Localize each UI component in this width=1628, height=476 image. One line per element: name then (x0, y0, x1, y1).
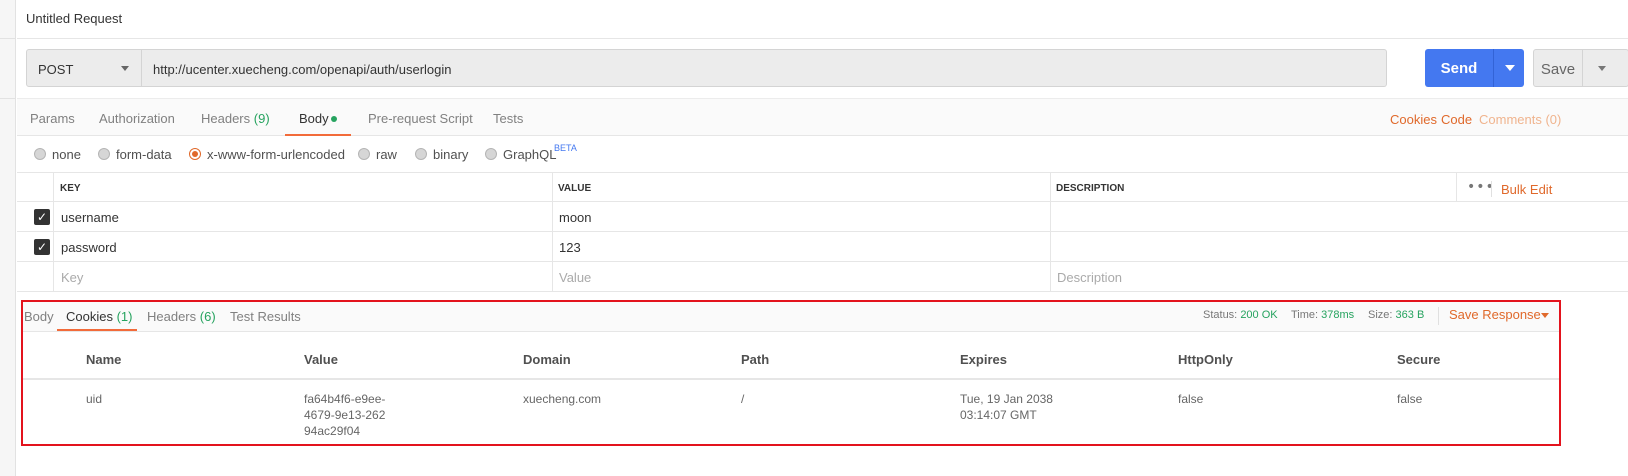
cookie-expires: Tue, 19 Jan 2038 03:14:07 GMT (960, 392, 1053, 422)
radio-label-raw[interactable]: raw (376, 147, 397, 162)
response-tab-cookies[interactable]: Cookies (1) (66, 309, 132, 324)
divider (1491, 181, 1492, 197)
divider (1438, 307, 1439, 325)
radio-none[interactable] (34, 148, 46, 160)
divider (17, 38, 1628, 39)
tab-params[interactable]: Params (30, 111, 75, 126)
response-tab-test-results[interactable]: Test Results (230, 309, 301, 324)
cookie-column-domain: Domain (523, 352, 571, 367)
table-row: ✓ username moon (17, 202, 1628, 232)
radio-label-form-data[interactable]: form-data (116, 147, 172, 162)
row-checkbox[interactable]: ✓ (34, 209, 50, 225)
divider (1582, 50, 1583, 86)
radio-label-none[interactable]: none (52, 147, 81, 162)
column-divider (552, 172, 553, 291)
bulk-edit-link[interactable]: Bulk Edit (1501, 182, 1552, 197)
key-cell[interactable]: username (61, 210, 119, 225)
cookie-column-httponly: HttpOnly (1178, 352, 1233, 367)
tab-headers[interactable]: Headers (9) (201, 111, 270, 126)
radio-label-x-www-form-urlencoded[interactable]: x-www-form-urlencoded (207, 147, 345, 162)
divider (23, 378, 1559, 380)
request-bar: POST http://ucenter.xuecheng.com/openapi… (26, 49, 1387, 87)
save-response-button[interactable]: Save Response (1449, 307, 1541, 322)
radio-label-binary[interactable]: binary (433, 147, 468, 162)
url-input[interactable]: http://ucenter.xuecheng.com/openapi/auth… (142, 49, 1387, 87)
active-tab-underline (57, 329, 137, 331)
cookie-column-expires: Expires (960, 352, 1007, 367)
tab-body[interactable]: Body (299, 111, 329, 126)
radio-form-data[interactable] (98, 148, 110, 160)
cookie-column-name: Name (86, 352, 122, 367)
size-readout: Size: 363 B (1368, 309, 1425, 321)
value-cell[interactable]: moon (559, 210, 592, 225)
table-header: KEY VALUE DESCRIPTION ••• Bulk Edit (17, 172, 1628, 202)
chevron-down-icon (121, 66, 129, 71)
comments-link[interactable]: Comments (0) (1479, 112, 1561, 127)
cookie-path: / (741, 392, 745, 406)
column-header-description: DESCRIPTION (1056, 183, 1125, 194)
send-options-chevron-icon[interactable] (1505, 65, 1515, 71)
table-row: ✓ password 123 (17, 232, 1628, 262)
send-button[interactable]: Send (1425, 49, 1524, 87)
value-input[interactable]: Value (559, 270, 591, 285)
request-title[interactable]: Untitled Request (26, 11, 122, 26)
cookie-secure: false (1397, 392, 1423, 406)
response-panel: Body Cookies (1) Headers (6) Test Result… (21, 300, 1561, 446)
cookie-column-value: Value (304, 352, 338, 367)
method-label: POST (38, 62, 74, 77)
active-tab-underline (285, 134, 351, 136)
value-cell[interactable]: 123 (559, 240, 581, 255)
key-cell[interactable]: password (61, 240, 117, 255)
cookie-httponly: false (1178, 392, 1204, 406)
status-readout: Status: 200 OK (1203, 309, 1278, 321)
cookie-column-secure: Secure (1397, 352, 1441, 367)
response-tab-body[interactable]: Body (24, 309, 54, 324)
beta-badge: BETA (554, 143, 577, 153)
column-header-key: KEY (60, 183, 81, 194)
cookie-name: uid (86, 392, 103, 406)
request-pane: Untitled Request POST http://ucenter.xue… (17, 0, 1628, 476)
sidebar-divider (0, 98, 16, 99)
divider (1493, 49, 1494, 87)
column-header-value: VALUE (558, 183, 592, 194)
column-divider (1456, 172, 1457, 202)
cookies-link[interactable]: Cookies (1390, 112, 1437, 127)
tab-pre-request-script[interactable]: Pre-request Script (368, 111, 473, 126)
request-tabs: Params Authorization Headers (9) Body Pr… (17, 98, 1628, 136)
column-divider (53, 172, 54, 291)
save-label: Save (1540, 61, 1576, 78)
cookie-value: fa64b4f6-e9ee-4679-9e13-26294ac29f04 (304, 392, 386, 438)
chevron-down-icon[interactable] (1541, 313, 1549, 318)
sidebar-divider (0, 38, 16, 39)
collapsed-sidebar (0, 0, 16, 476)
radio-raw[interactable] (358, 148, 370, 160)
response-tabs: Body Cookies (1) Headers (6) Test Result… (23, 302, 1559, 332)
radio-graphql[interactable] (485, 148, 497, 160)
save-options-chevron-icon[interactable] (1598, 66, 1606, 71)
body-modified-dot-icon (331, 116, 337, 122)
radio-label-graphql[interactable]: GraphQL (503, 147, 556, 162)
url-text: http://ucenter.xuecheng.com/openapi/auth… (153, 62, 452, 77)
save-button[interactable]: Save (1533, 49, 1628, 87)
tab-authorization[interactable]: Authorization (99, 111, 175, 126)
response-tab-headers[interactable]: Headers (6) (147, 309, 216, 324)
time-readout: Time: 378ms (1291, 309, 1355, 321)
description-input[interactable]: Description (1057, 270, 1122, 285)
row-checkbox[interactable]: ✓ (34, 239, 50, 255)
send-label: Send (1440, 60, 1478, 77)
method-select[interactable]: POST (26, 49, 142, 87)
tab-tests[interactable]: Tests (493, 111, 523, 126)
code-link[interactable]: Code (1441, 112, 1472, 127)
key-input[interactable]: Key (61, 270, 83, 285)
new-param-row: Key Value Description (17, 262, 1628, 292)
radio-x-www-form-urlencoded[interactable] (189, 148, 201, 160)
cookie-column-path: Path (741, 352, 770, 367)
cookie-domain: xuecheng.com (523, 392, 602, 406)
radio-binary[interactable] (415, 148, 427, 160)
column-divider (1050, 172, 1051, 291)
